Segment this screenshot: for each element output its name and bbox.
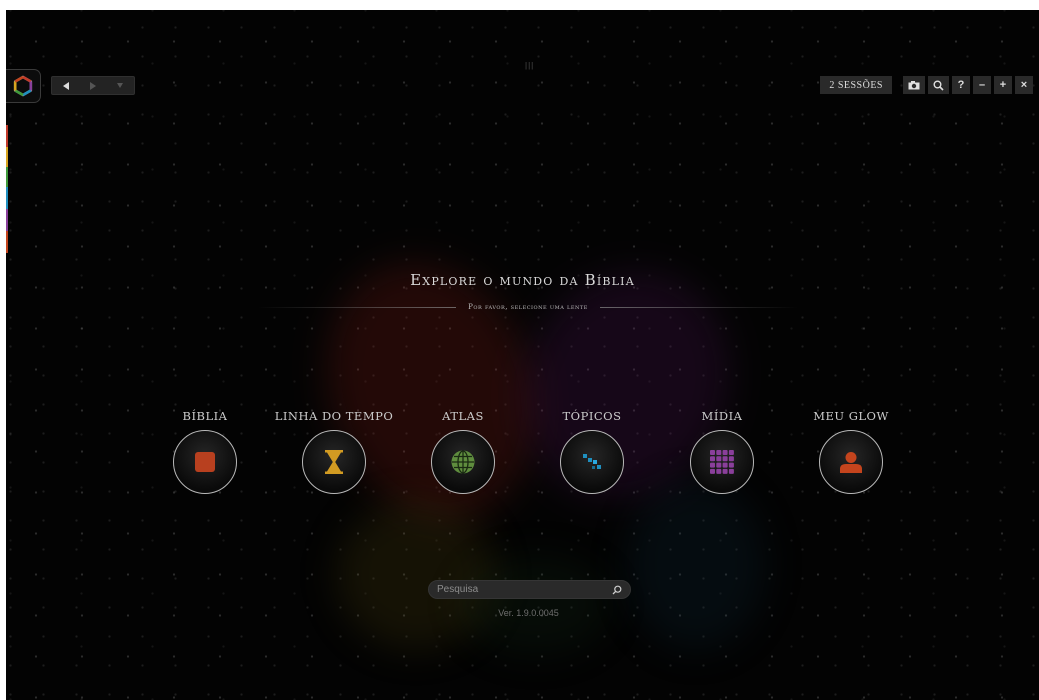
drag-handle[interactable]: ||| — [525, 61, 534, 70]
search-icon — [612, 585, 622, 594]
side-color-strip-5 — [6, 209, 8, 231]
back-arrow-icon — [62, 81, 69, 90]
page-subtitle: Por favor, selecione uma lente — [468, 303, 588, 311]
topics-icon — [583, 454, 601, 469]
side-color-strip-1 — [6, 125, 8, 147]
lens-label: MÍDIA — [701, 409, 743, 423]
glow-logo-button[interactable] — [6, 69, 41, 103]
lens-meu-glow[interactable]: MEU GLOW — [791, 409, 911, 494]
subtitle-divider-left — [258, 306, 457, 308]
hourglass-icon — [325, 450, 343, 474]
globe-icon — [451, 450, 475, 474]
lens-label: TÓPICOS — [562, 409, 622, 423]
search-box — [428, 580, 631, 599]
history-dropdown-button[interactable] — [107, 77, 134, 94]
glow-petal-green — [461, 555, 611, 655]
navigation-group — [51, 76, 135, 95]
lens-button-linha-do-tempo[interactable] — [302, 430, 366, 494]
side-color-strip-3 — [6, 167, 8, 187]
lens-button-midia[interactable] — [690, 430, 754, 494]
bible-icon — [195, 452, 215, 472]
lens-label: LINHA DO TEMPO — [274, 409, 394, 423]
lens-label: ATLAS — [442, 409, 484, 423]
back-button[interactable] — [52, 77, 79, 94]
zoom-button[interactable] — [928, 76, 949, 94]
side-color-strip-6 — [6, 231, 8, 253]
maximize-button[interactable]: + — [994, 76, 1012, 94]
page-title: Explore o mundo da Bíblia — [410, 271, 635, 289]
lens-button-atlas[interactable] — [431, 430, 495, 494]
magnifier-icon — [933, 80, 944, 91]
version-label: Ver. 1.9.0.0045 — [498, 608, 559, 618]
sessions-button[interactable]: 2 SESSÕES — [820, 76, 892, 94]
screenshot-button[interactable] — [903, 76, 925, 94]
app-window: ||| 2 SESSÕES ? – + × Explore o mundo da… — [6, 10, 1039, 700]
glow-petal-blue — [626, 480, 766, 650]
side-color-strip-2 — [6, 147, 8, 167]
search-button[interactable] — [608, 585, 626, 595]
lens-topicos[interactable]: TÓPICOS — [532, 409, 652, 494]
subtitle-divider-right — [599, 306, 799, 308]
lens-button-meu-glow[interactable] — [819, 430, 883, 494]
lens-label: MEU GLOW — [813, 409, 889, 423]
search-input[interactable] — [429, 583, 608, 596]
forward-button[interactable] — [79, 77, 106, 94]
media-grid-icon — [710, 450, 734, 474]
lens-linha-do-tempo[interactable]: LINHA DO TEMPO — [274, 409, 394, 494]
subtitle-row: Por favor, selecione uma lente — [258, 303, 799, 311]
user-icon — [840, 452, 862, 473]
glow-logo-icon — [13, 75, 33, 97]
forward-arrow-icon — [89, 81, 96, 90]
lens-button-topicos[interactable] — [560, 430, 624, 494]
lens-atlas[interactable]: ATLAS — [403, 409, 523, 494]
side-color-strip-4 — [6, 187, 8, 209]
minimize-button[interactable]: – — [973, 76, 991, 94]
close-button[interactable]: × — [1015, 76, 1033, 94]
lens-label: BÍBLIA — [182, 409, 228, 423]
camera-icon — [908, 80, 920, 89]
lens-midia[interactable]: MÍDIA — [662, 409, 782, 494]
history-dropdown-icon — [117, 83, 124, 88]
lens-biblia[interactable]: BÍBLIA — [145, 409, 265, 494]
right-toolbar: 2 SESSÕES ? – + × — [820, 76, 1033, 94]
lens-button-biblia[interactable] — [173, 430, 237, 494]
help-button[interactable]: ? — [952, 76, 970, 94]
